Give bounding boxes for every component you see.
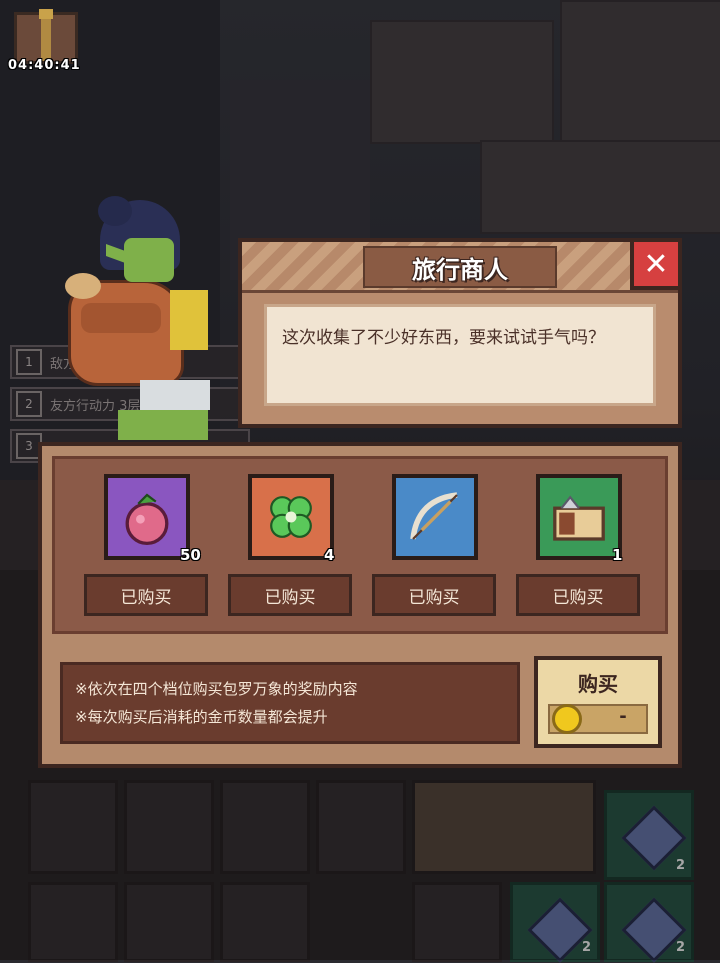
bow-icon: [410, 492, 458, 540]
dialog-titlebar: 旅行商人: [242, 242, 678, 293]
coin-icon: [552, 704, 582, 734]
crate-icon: [553, 495, 605, 541]
shop-item[interactable]: 已购买: [372, 474, 496, 624]
info-line: ※依次在四个档位购买包罗万象的奖励内容: [75, 680, 358, 698]
item-count: 50: [180, 546, 201, 564]
item-tile[interactable]: [104, 474, 190, 560]
fruit-icon: [125, 493, 169, 546]
close-button[interactable]: ✕: [630, 238, 682, 290]
purchased-button[interactable]: 已购买: [84, 574, 208, 616]
shop-item[interactable]: 50 已购买: [84, 474, 208, 624]
dialog-textbox: [264, 304, 656, 406]
merchant-dialog: 旅行商人 ✕ 这次收集了不少好东西，要来试试手气吗？: [238, 238, 682, 428]
item-tile[interactable]: [536, 474, 622, 560]
item-tile[interactable]: [392, 474, 478, 560]
buy-button[interactable]: 购买 -: [534, 656, 662, 748]
item-count: 4: [324, 546, 335, 564]
shop-panel: 50 已购买 4 已购买 已购买 1 已购买 ※依次在四个档位购买包罗万象的奖励…: [38, 442, 682, 768]
backpack: [65, 273, 184, 386]
buy-price: -: [619, 706, 627, 727]
purchased-button[interactable]: 已购买: [228, 574, 352, 616]
shop-info-box: ※依次在四个档位购买包罗万象的奖励内容 ※每次购买后消耗的金币数量都会提升: [60, 662, 520, 744]
item-count: 1: [612, 546, 623, 564]
clover-icon: [270, 496, 312, 538]
item-tile[interactable]: [248, 474, 334, 560]
dialog-title: 旅行商人: [412, 256, 508, 284]
merchant-character: [60, 196, 220, 445]
dialog-text: 这次收集了不少好东西，要来试试手气吗？: [282, 328, 605, 348]
list-item-number: 1: [16, 349, 42, 375]
buy-button-label: 购买: [578, 672, 618, 696]
gift-box-icon[interactable]: [14, 9, 78, 64]
close-icon: ✕: [643, 246, 669, 282]
purchased-button[interactable]: 已购买: [372, 574, 496, 616]
shop-item[interactable]: 4 已购买: [228, 474, 352, 624]
purchased-button[interactable]: 已购买: [516, 574, 640, 616]
list-item-number: 2: [16, 391, 42, 417]
countdown-timer: 04:40:41: [8, 58, 81, 73]
shop-item[interactable]: 1 已购买: [516, 474, 640, 624]
info-line: ※每次购买后消耗的金币数量都会提升: [75, 708, 328, 726]
